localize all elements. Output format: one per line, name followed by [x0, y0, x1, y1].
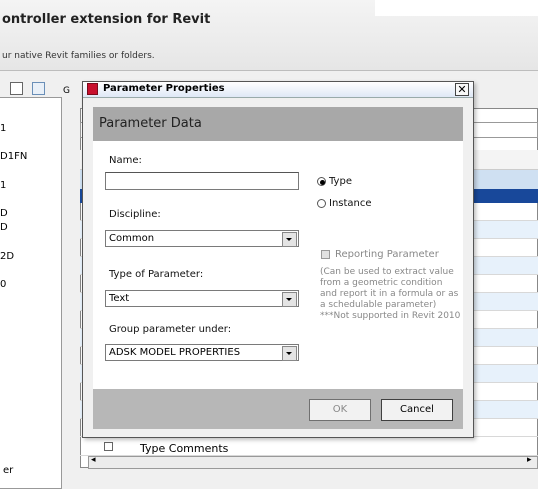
reporting-parameter-label: Reporting Parameter — [335, 249, 439, 260]
dialog-footer: OK Cancel — [93, 389, 463, 429]
revit-logo-icon — [87, 83, 98, 95]
name-label: Name: — [109, 155, 142, 166]
app-title: ontroller extension for Revit — [2, 12, 211, 27]
list-item[interactable]: D — [0, 222, 8, 233]
group-under-select[interactable]: ADSK MODEL PROPERTIES — [105, 344, 299, 361]
parameter-properties-dialog: Parameter Properties ✕ Parameter Data Na… — [82, 81, 474, 438]
discipline-label: Discipline: — [109, 209, 161, 220]
reporting-parameter-note: (Can be used to extract value from a geo… — [320, 267, 461, 321]
type-of-parameter-value: Text — [109, 293, 130, 304]
ok-button[interactable]: OK — [309, 399, 371, 421]
dialog-body: Name: Discipline: Common Type of Paramet… — [93, 141, 463, 389]
cancel-button[interactable]: Cancel — [381, 399, 453, 421]
dialog-title: Parameter Properties — [103, 83, 225, 94]
type-comments-checkbox[interactable] — [104, 442, 113, 451]
bottom-left-label: er — [3, 465, 14, 476]
dialog-header-band: Parameter Data — [93, 107, 463, 141]
horizontal-scrollbar[interactable] — [88, 456, 538, 469]
chevron-down-icon[interactable] — [282, 346, 297, 361]
discipline-select[interactable]: Common — [105, 230, 299, 247]
grid-row-label: Type Comments — [140, 442, 229, 455]
refresh-icon[interactable] — [32, 82, 45, 95]
chevron-down-icon[interactable] — [282, 292, 297, 307]
chevron-down-icon[interactable] — [282, 232, 297, 247]
type-of-parameter-label: Type of Parameter: — [109, 269, 204, 280]
name-field[interactable] — [105, 172, 299, 190]
close-icon[interactable]: ✕ — [455, 83, 469, 96]
instance-radio-label[interactable]: Instance — [329, 198, 372, 209]
list-item[interactable]: 1 — [0, 123, 6, 134]
app-subtitle: ur native Revit families or folders. — [2, 51, 155, 61]
list-item[interactable]: D — [0, 208, 8, 219]
group-under-label: Group parameter under: — [109, 324, 232, 335]
reporting-parameter-checkbox[interactable] — [321, 250, 330, 259]
instance-radio[interactable] — [317, 199, 326, 208]
list-item[interactable]: 1 — [0, 180, 6, 191]
list-item[interactable]: 0 — [0, 279, 6, 290]
scroll-right-icon[interactable]: ▸ — [527, 455, 532, 465]
type-radio-label[interactable]: Type — [329, 176, 352, 187]
discipline-value: Common — [109, 233, 155, 244]
type-of-parameter-select[interactable]: Text — [105, 290, 299, 307]
group-under-value: ADSK MODEL PROPERTIES — [109, 347, 241, 358]
tab-fragment[interactable]: G — [63, 86, 70, 96]
list-item[interactable]: 2D — [0, 251, 14, 262]
toolbar-dropdown-button[interactable] — [10, 82, 23, 95]
banner-blank-area — [375, 0, 538, 16]
dialog-header-text: Parameter Data — [99, 116, 202, 131]
scroll-left-icon[interactable]: ◂ — [91, 455, 96, 465]
type-radio[interactable] — [317, 177, 326, 186]
list-item[interactable]: D1FN — [0, 151, 27, 162]
